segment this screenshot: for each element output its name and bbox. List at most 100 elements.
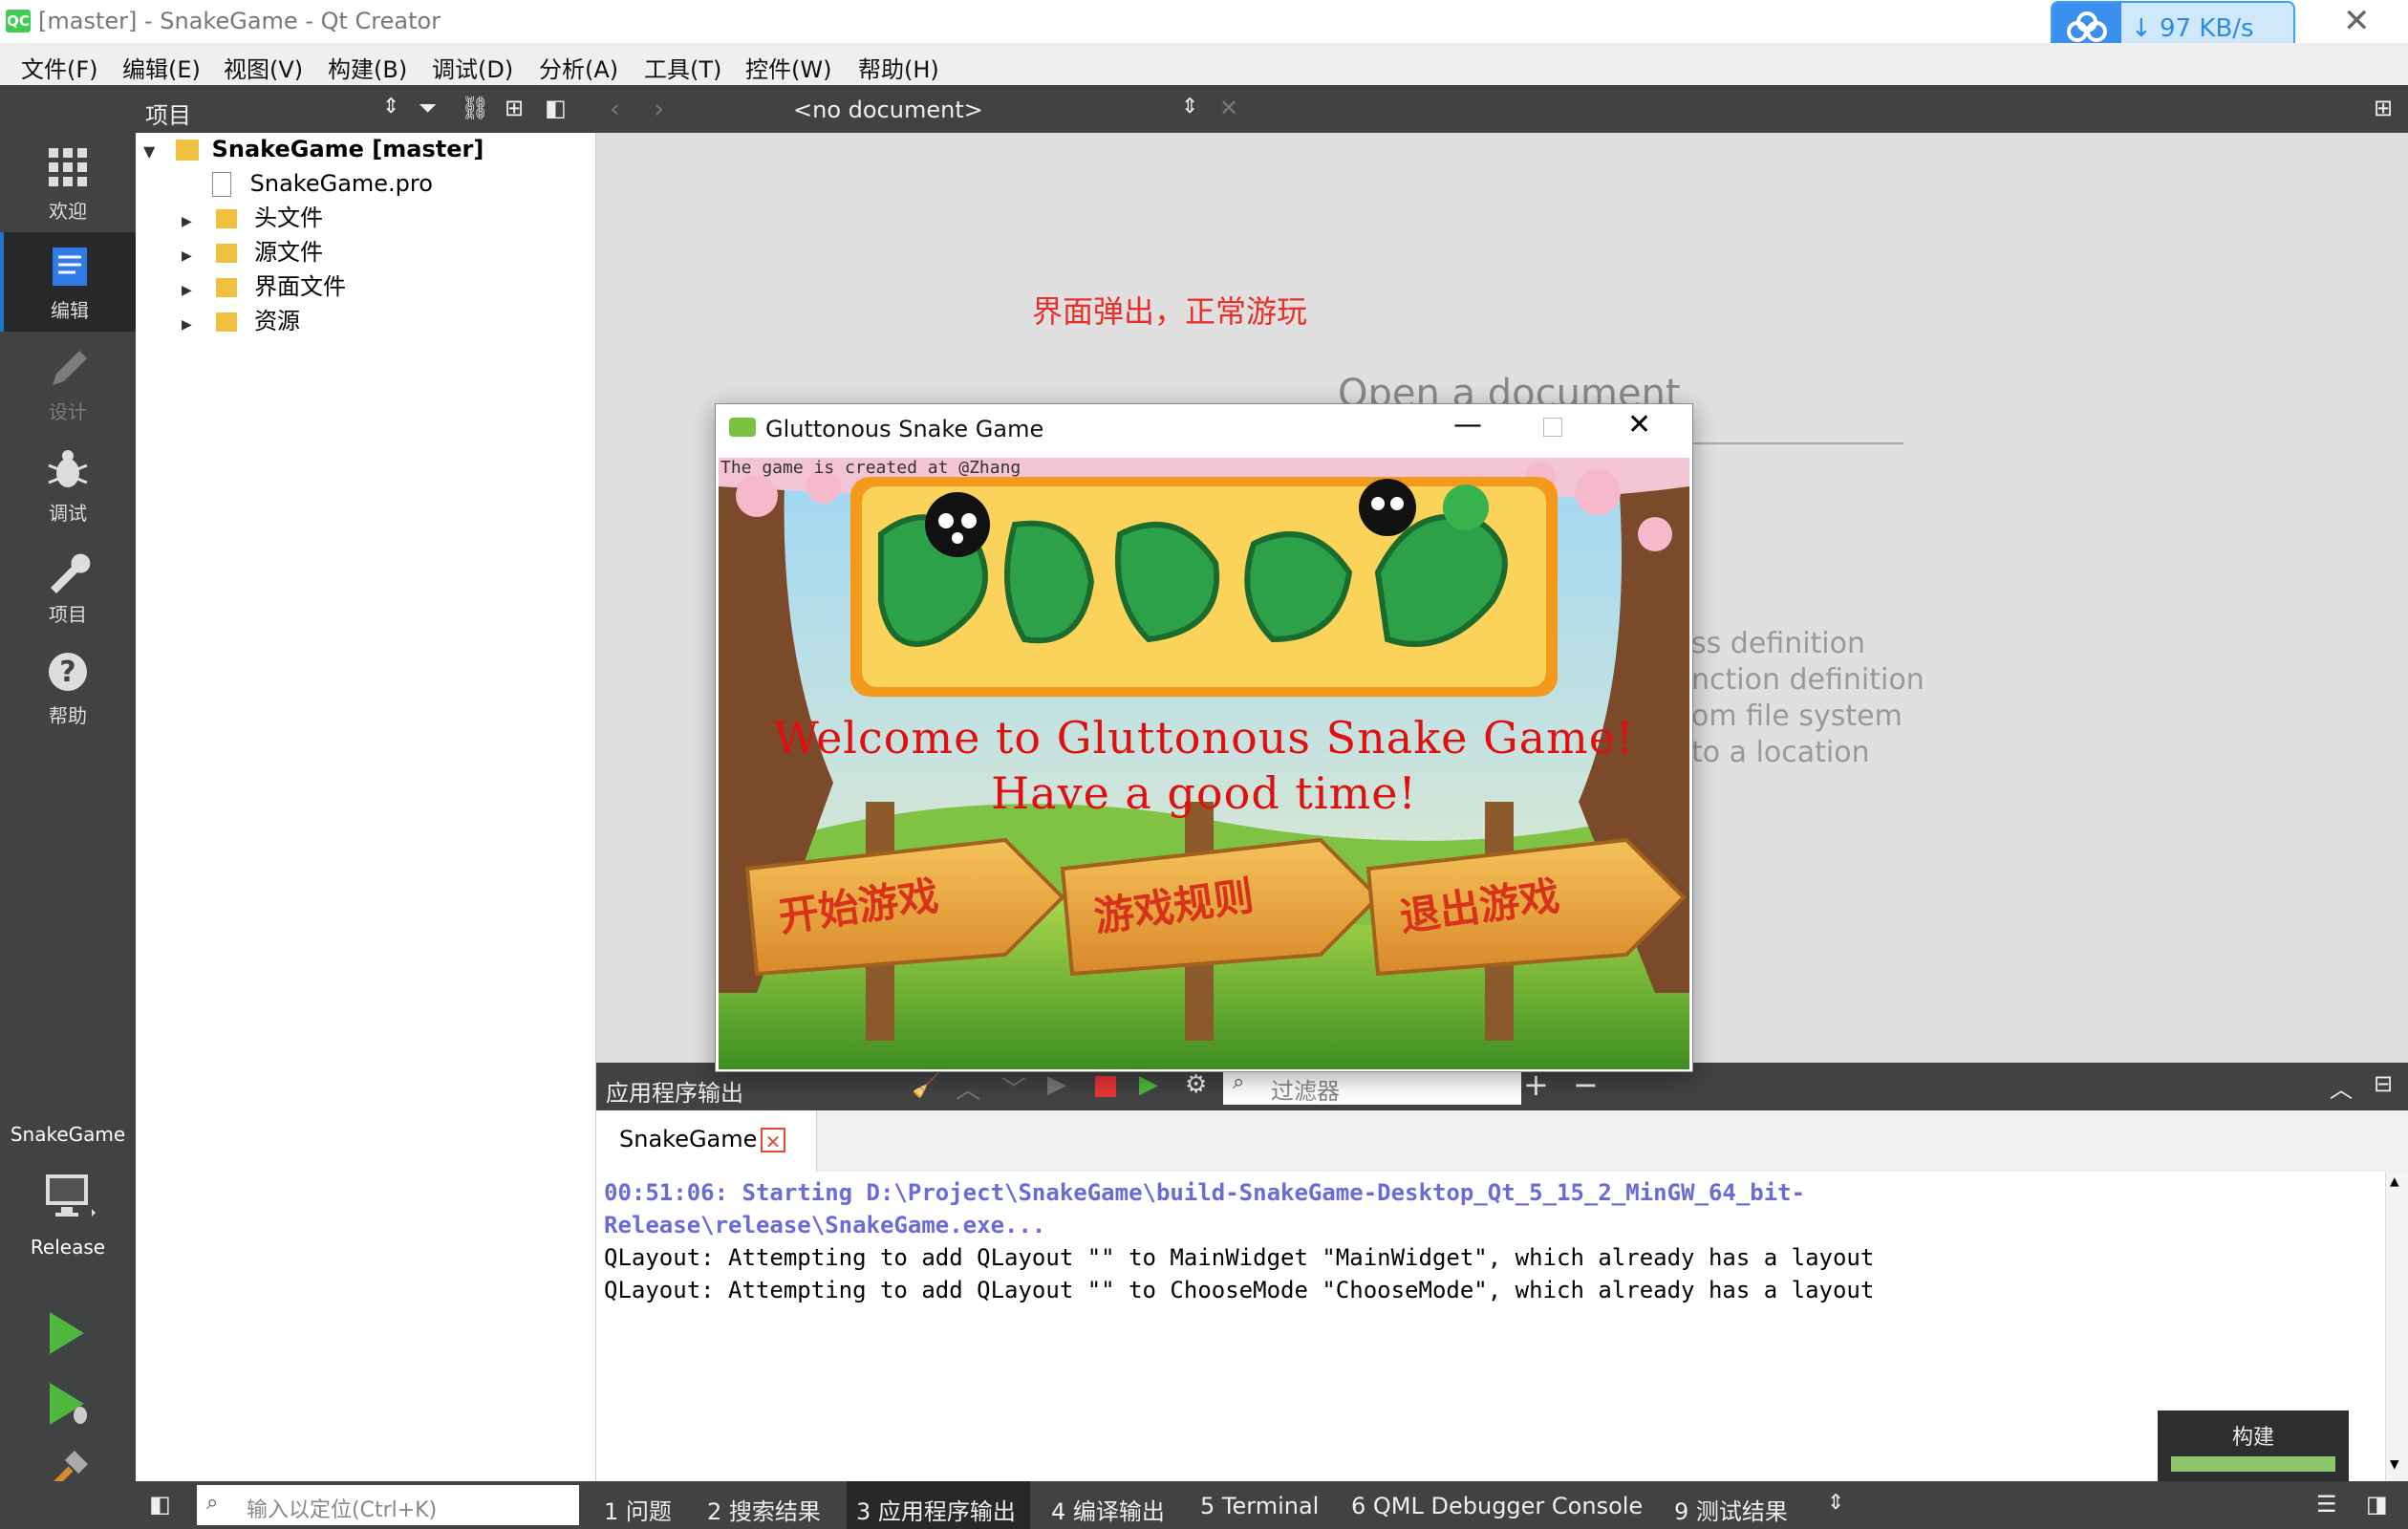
mode-label: 设计 xyxy=(49,400,87,423)
minimize-icon[interactable]: — xyxy=(1453,408,1482,441)
link-icon[interactable]: ⛓ xyxy=(461,95,489,121)
menu-analyze[interactable]: 分析(A) xyxy=(539,51,618,84)
kit-project-name[interactable]: SnakeGame xyxy=(0,1123,136,1146)
back-icon[interactable]: ‹ xyxy=(610,93,620,124)
document-selector[interactable]: <no document> xyxy=(793,97,983,123)
tree-item-pro[interactable]: SnakeGame.pro xyxy=(212,167,433,200)
progress-details-icon[interactable]: ☰ xyxy=(2316,1491,2337,1518)
menu-bar: 文件(F) 编辑(E) 视图(V) 构建(B) 调试(D) 分析(A) 工具(T… xyxy=(0,43,2408,85)
more-tabs-arrows-icon[interactable]: ⇕ xyxy=(1827,1491,1844,1515)
filter-placeholder: 过滤器 xyxy=(1271,1078,1340,1105)
close-tab-icon[interactable]: ✕ xyxy=(761,1128,785,1153)
pro-file-icon xyxy=(212,172,231,197)
debug-run-icon[interactable] xyxy=(46,1379,92,1432)
output-tabs: SnakeGame ✕ xyxy=(596,1110,2408,1173)
search-icon: ⌕ xyxy=(1233,1070,1245,1094)
build-progress-popup: 构建 xyxy=(2158,1411,2349,1487)
locator-placeholder: 输入以定位(Ctrl+K) xyxy=(247,1498,438,1522)
collapsed-arrow-icon[interactable]: ▶ xyxy=(182,214,192,229)
qt-creator-logo-icon: QC xyxy=(6,10,31,32)
settings-gear-icon[interactable]: ⚙ xyxy=(1185,1070,1207,1099)
mode-selector: 欢迎 编辑 设计 调试 项目 ? 帮助 SnakeGame Release xyxy=(0,85,136,1493)
build-progress-fill xyxy=(2171,1456,2335,1472)
close-document-icon[interactable]: ✕ xyxy=(1219,95,1238,121)
projects-pane-title: 项目 xyxy=(145,102,191,129)
scroll-arrow-down-icon[interactable]: ▼ xyxy=(2390,1454,2399,1473)
network-speed-text: ↓ 97 KB/s xyxy=(2131,14,2254,43)
status-tab-app-output[interactable]: 3 应用程序输出 xyxy=(856,1493,1016,1526)
close-window-icon[interactable]: ✕ xyxy=(2343,2,2371,40)
mode-debug[interactable]: 调试 xyxy=(0,435,136,534)
filter-icon[interactable]: ⏷ xyxy=(419,95,437,121)
tree-item-forms[interactable]: ▶ 界面文件 xyxy=(182,270,346,303)
mode-design[interactable]: 设计 xyxy=(0,334,136,433)
toggle-output-pane-icon[interactable]: ◨ xyxy=(2366,1491,2388,1518)
status-tab-compile-output[interactable]: 4 编译输出 xyxy=(1051,1493,1165,1526)
output-scrollbar[interactable]: ▲ ▼ xyxy=(2385,1172,2408,1481)
status-tab-qml-debugger[interactable]: 6 QML Debugger Console xyxy=(1351,1493,1643,1519)
kit-build-config[interactable]: Release xyxy=(0,1236,136,1259)
scroll-arrow-up-icon[interactable]: ▲ xyxy=(2390,1172,2399,1190)
status-tab-issues[interactable]: 1 问题 xyxy=(604,1493,672,1526)
status-tab-search[interactable]: 2 搜索结果 xyxy=(707,1493,821,1526)
mode-welcome[interactable]: 欢迎 xyxy=(0,133,136,232)
game-app-icon xyxy=(729,418,756,437)
output-console[interactable]: 00:51:06: Starting D:\Project\SnakeGame\… xyxy=(596,1172,2408,1481)
tree-item-label: 头文件 xyxy=(254,205,324,231)
toggle-sidebar-icon[interactable]: ◧ xyxy=(149,1491,171,1518)
maximize-icon[interactable] xyxy=(1543,418,1562,437)
locator-input[interactable]: ⌕ 输入以定位(Ctrl+K) xyxy=(197,1485,579,1525)
menu-edit[interactable]: 编辑(E) xyxy=(122,51,201,84)
expanded-arrow-icon[interactable]: ▼ xyxy=(143,142,155,161)
attach-debugger-icon[interactable]: ▶ xyxy=(1139,1070,1158,1099)
scroll-up-icon[interactable]: ︿ xyxy=(956,1070,980,1106)
collapsed-arrow-icon[interactable]: ▶ xyxy=(182,317,192,333)
mode-edit[interactable]: 编辑 xyxy=(0,232,136,332)
window-title: [master] - SnakeGame - Qt Creator xyxy=(38,8,441,34)
collapsed-arrow-icon[interactable]: ▶ xyxy=(182,283,192,298)
clear-output-icon[interactable]: 🧹 xyxy=(912,1072,940,1099)
mode-help[interactable]: ? 帮助 xyxy=(0,637,136,737)
status-tab-test-results[interactable]: 9 测试结果 xyxy=(1674,1493,1788,1526)
tree-root[interactable]: ▼ SnakeGame [master] xyxy=(143,133,484,165)
close-pane-icon[interactable]: ⊟ xyxy=(2374,1070,2393,1097)
close-game-icon[interactable]: ✕ xyxy=(1627,408,1651,441)
output-tab-snakegame[interactable]: SnakeGame ✕ xyxy=(596,1110,817,1172)
run-icon[interactable] xyxy=(46,1308,88,1362)
menu-help[interactable]: 帮助(H) xyxy=(858,51,939,84)
mode-projects[interactable]: 项目 xyxy=(0,536,136,635)
mode-label: 调试 xyxy=(49,502,87,525)
game-window[interactable]: Gluttonous Snake Game — ✕ The game is cr… xyxy=(715,403,1693,1072)
wrench-icon xyxy=(43,546,93,595)
maximize-pane-icon[interactable]: ︿ xyxy=(2330,1070,2353,1104)
status-tab-terminal[interactable]: 5 Terminal xyxy=(1200,1493,1319,1519)
output-line: 00:51:06: Starting D:\Project\SnakeGame\… xyxy=(604,1179,1806,1206)
menu-debug[interactable]: 调试(D) xyxy=(432,51,513,84)
mode-label: 帮助 xyxy=(49,704,87,727)
forward-icon[interactable]: › xyxy=(654,93,664,124)
tree-item-resources[interactable]: ▶ 资源 xyxy=(182,305,300,337)
close-sidebar-icon[interactable]: ◧ xyxy=(545,95,567,121)
stop-icon[interactable] xyxy=(1095,1076,1116,1097)
scroll-down-icon[interactable]: ﹀ xyxy=(1001,1070,1026,1106)
document-selector-arrows-icon[interactable]: ⇕ xyxy=(1181,95,1198,118)
collapsed-arrow-icon[interactable]: ▶ xyxy=(182,248,192,264)
tree-item-sources[interactable]: ▶ 源文件 xyxy=(182,236,323,269)
output-pane-title: 应用程序输出 xyxy=(606,1080,743,1107)
filter-input[interactable]: ⌕ 过滤器 xyxy=(1223,1066,1521,1105)
split-editor-icon[interactable]: ⊞ xyxy=(2374,95,2393,121)
tree-item-label: SnakeGame.pro xyxy=(249,170,433,197)
game-start-screen: The game is created at @Zhang Welcome to… xyxy=(719,458,1689,1069)
hint-item: om file system xyxy=(1691,700,1903,733)
menu-widgets[interactable]: 控件(W) xyxy=(745,51,831,84)
menu-tools[interactable]: 工具(T) xyxy=(644,51,721,84)
menu-view[interactable]: 视图(V) xyxy=(224,51,303,84)
rerun-icon[interactable]: ▶ xyxy=(1047,1070,1066,1099)
pane-selector-arrows-icon[interactable]: ⇕ xyxy=(382,95,399,118)
menu-build[interactable]: 构建(B) xyxy=(328,51,407,84)
header-folder-icon xyxy=(216,209,238,228)
menu-file[interactable]: 文件(F) xyxy=(21,51,98,84)
split-icon[interactable]: ⊞ xyxy=(505,95,524,121)
monitor-icon[interactable] xyxy=(42,1171,96,1224)
tree-item-headers[interactable]: ▶ 头文件 xyxy=(182,202,323,234)
